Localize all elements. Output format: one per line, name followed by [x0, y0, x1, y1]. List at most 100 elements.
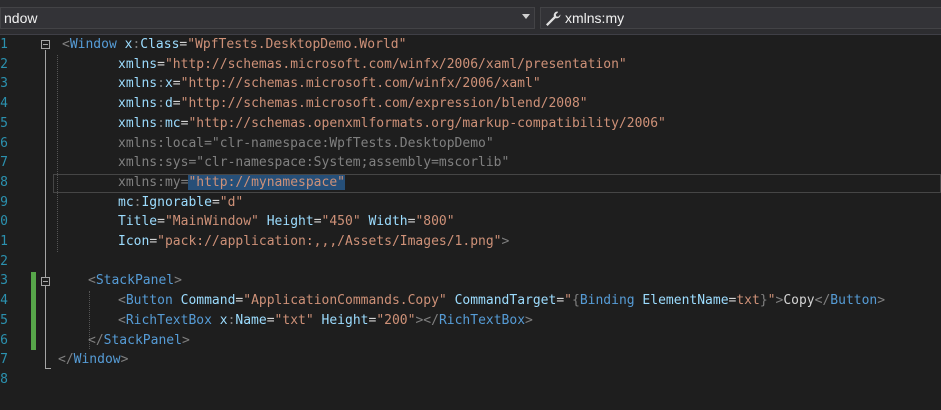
- code-token: Icon: [118, 234, 150, 249]
- code-text: </StackPanel>: [88, 331, 190, 351]
- code-token: StackPanel: [95, 273, 175, 289]
- code-token: "d": [219, 194, 244, 210]
- code-token: >: [525, 312, 533, 328]
- code-token: Ignorable: [141, 194, 212, 210]
- code-text: <RichTextBox x:Name="txt" Height="200"><…: [118, 311, 533, 331]
- code-token: =: [149, 234, 158, 249]
- code-token: xmlns:local="clr-namespace:WpfTests.Desk…: [118, 135, 494, 151]
- wrench-icon: [546, 11, 561, 26]
- code-token: Command: [172, 293, 236, 309]
- code-token: xmlns:my=: [118, 174, 189, 190]
- line-number: 2: [0, 56, 8, 72]
- code-line[interactable]: 9 mc:Ignorable="d": [0, 193, 941, 213]
- code-token: txt: [736, 293, 760, 309]
- code-line[interactable]: 8 xmlns:my="http://mynamespace": [0, 173, 941, 193]
- line-number: 6: [0, 332, 8, 348]
- line-number: 6: [0, 135, 8, 151]
- code-line[interactable]: 4 <Button Command = "ApplicationCommands.Co…: [0, 291, 941, 311]
- code-line[interactable]: 7 xmlns:sys="clr-namespace:System;assembl…: [0, 153, 941, 173]
- code-token: :: [157, 115, 165, 131]
- code-token: xmlns:sys="clr-namespace:System;assembly…: [118, 155, 510, 171]
- code-token: x: [116, 37, 133, 52]
- code-token: xmlns: [118, 56, 158, 72]
- code-token: {: [571, 293, 580, 309]
- code-token: "txt": [274, 312, 314, 328]
- code-line[interactable]: 6 </StackPanel>: [0, 331, 941, 351]
- code-line[interactable]: 0 Title="MainWindow" Height="450" Width="…: [0, 212, 941, 232]
- code-text: Title="MainWindow" Height="450" Width="8…: [118, 212, 455, 232]
- line-number: 0: [0, 214, 8, 230]
- code-text: mc:Ignorable="d": [118, 193, 243, 213]
- code-token: Copy: [783, 293, 815, 309]
- code-token: x: [211, 312, 228, 328]
- code-token: =: [556, 293, 565, 309]
- code-token: =: [313, 214, 322, 230]
- code-token: Class: [140, 37, 180, 52]
- line-number: 1: [0, 37, 8, 52]
- code-token: >: [174, 273, 182, 289]
- code-token: >: [501, 234, 510, 249]
- code-token: }: [759, 293, 768, 309]
- code-token: Width: [360, 214, 408, 230]
- line-number: 5: [0, 312, 8, 328]
- code-token: <: [62, 37, 70, 52]
- line-number: 5: [0, 115, 8, 131]
- code-token: "http://schemas.microsoft.com/winfx/2006…: [180, 76, 541, 92]
- code-token: ></: [415, 312, 439, 328]
- member-dropdown-label: xmlns:my: [565, 10, 625, 26]
- code-token: "MainWindow": [164, 214, 259, 230]
- member-dropdown[interactable]: xmlns:my: [540, 7, 941, 29]
- code-token: "ApplicationCommands.Copy": [243, 293, 447, 309]
- navigation-bar: ndow xmlns:my: [0, 0, 941, 35]
- code-line[interactable]: 6 xmlns:local="clr-namespace:WpfTests.Des…: [0, 134, 941, 154]
- line-number: 7: [0, 155, 8, 171]
- code-line[interactable]: 2: [0, 252, 941, 272]
- code-text: <Button Command = "ApplicationCommands.Cop…: [118, 291, 885, 311]
- code-token: >: [181, 332, 190, 348]
- code-token: ": [767, 293, 776, 309]
- code-token: =: [211, 194, 220, 210]
- chevron-down-icon[interactable]: [522, 14, 530, 19]
- code-token: >: [120, 352, 129, 368]
- code-line[interactable]: 5 xmlns:mc="http://schemas.openxmlformats…: [0, 114, 941, 134]
- code-token: RichTextBox: [125, 312, 212, 328]
- code-line[interactable]: 1 <Window x:Class="WpfTests.DesktopDemo.W…: [0, 35, 941, 55]
- code-line[interactable]: 8: [0, 370, 941, 390]
- code-token: "450": [321, 214, 361, 230]
- code-token: Name: [235, 312, 267, 328]
- line-number: 9: [0, 194, 8, 210]
- code-text: <StackPanel>: [88, 271, 182, 291]
- code-token: mc: [164, 115, 181, 131]
- code-token: Window: [73, 352, 121, 368]
- type-dropdown-label: ndow: [4, 10, 38, 26]
- code-token: </: [88, 332, 104, 348]
- code-token: RichTextBox: [438, 312, 526, 328]
- code-token: Button: [125, 293, 173, 309]
- line-number: 4: [0, 293, 8, 309]
- code-token: <: [118, 293, 126, 309]
- code-line[interactable]: 3 <StackPanel>: [0, 271, 941, 291]
- code-line[interactable]: 2 xmlns="http://schemas.microsoft.com/win…: [0, 55, 941, 75]
- code-line[interactable]: 1 Icon="pack://application:,,,/Assets/Ima…: [0, 232, 941, 252]
- code-line[interactable]: 3 xmlns:x="http://schemas.microsoft.com/w…: [0, 74, 941, 94]
- code-token: x: [164, 76, 173, 92]
- line-number: 7: [0, 352, 8, 368]
- code-token: :: [157, 96, 165, 112]
- code-line[interactable]: 4 xmlns:d="http://schemas.microsoft.com/e…: [0, 94, 941, 114]
- code-line[interactable]: 7 </Window>: [0, 350, 941, 370]
- code-token: ElementName: [634, 293, 729, 309]
- code-token: =: [157, 56, 165, 72]
- code-text: xmlns:sys="clr-namespace:System;assembly…: [118, 153, 509, 173]
- code-token: </: [58, 352, 74, 368]
- code-token: "http://schemas.openxmlformats.org/marku…: [188, 115, 666, 131]
- code-token: Binding: [579, 293, 635, 309]
- code-token: =: [266, 312, 275, 328]
- code-line[interactable]: 5 <RichTextBox x:Name="txt" Height="200">…: [0, 311, 941, 331]
- code-token: Window: [69, 37, 117, 52]
- code-text: xmlns:local="clr-namespace:WpfTests.Desk…: [118, 134, 494, 154]
- code-token: =: [157, 214, 165, 230]
- code-editor[interactable]: 1 <Window x:Class="WpfTests.DesktopDemo.W…: [0, 35, 941, 410]
- code-token: "pack://application:,,,/Assets/Images/1.…: [157, 234, 502, 249]
- type-dropdown[interactable]: ndow: [0, 7, 535, 29]
- code-token: xmlns: [118, 96, 158, 112]
